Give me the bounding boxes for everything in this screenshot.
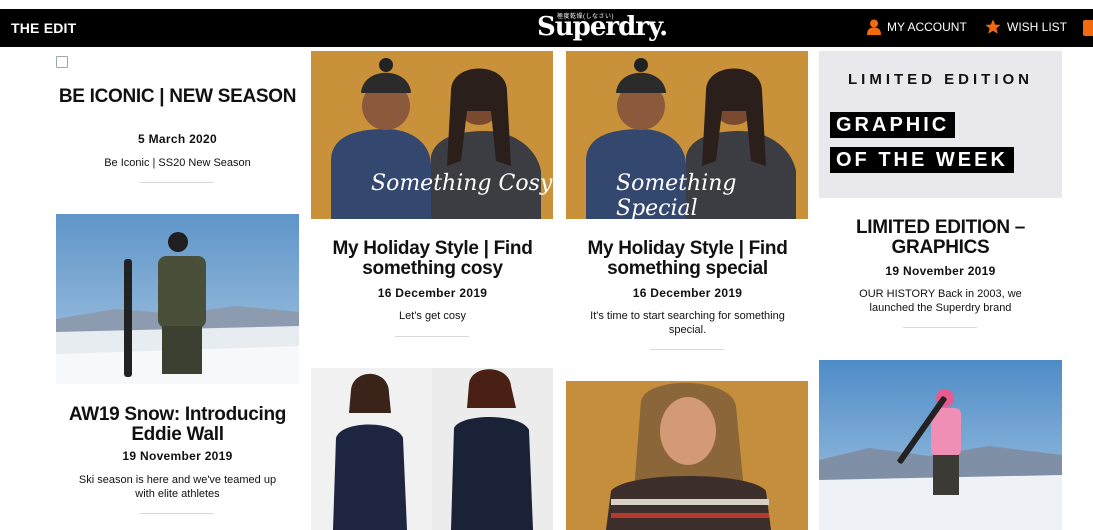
article-image-cosy-couple[interactable]: Something Cosy [311,51,553,219]
top-nav-bar: THE EDIT 極度乾燥(しなさい) Superdry. MY ACCOUNT… [0,9,1093,47]
divider [140,513,214,514]
superdry-logo[interactable]: Superdry. [537,12,668,42]
divider [650,349,724,350]
article-description: It's time to start searching for somethi… [590,310,785,336]
banner-line-2: GRAPHIC [830,112,956,138]
article-description: Be Iconic | SS20 New Season [104,157,251,169]
divider [395,336,469,337]
article-title[interactable]: My Holiday Style | Find something specia… [566,239,809,279]
article-title[interactable]: LIMITED EDITION – GRAPHICS [819,218,1062,258]
article-image-skier[interactable] [819,360,1062,530]
shopping-bag-icon[interactable] [1083,20,1093,36]
wish-list-link[interactable]: WISH LIST [985,19,1067,35]
image-overlay-text: Something Special [616,171,737,219]
article-image-special-couple[interactable]: Something Special [566,51,808,219]
article-description: OUR HISTORY Back in 2003, we launched th… [859,288,1022,314]
article-date: 5 March 2020 [138,132,217,146]
article-date: 16 December 2019 [632,286,743,300]
banner-line-3: OF THE WEEK [830,147,1014,173]
my-account-link[interactable]: MY ACCOUNT [867,19,967,35]
my-account-label: MY ACCOUNT [887,20,967,34]
article-title[interactable]: AW19 Snow: Introducing Eddie Wall [56,405,299,445]
broken-image-icon [56,56,68,68]
article-date: 19 November 2019 [885,264,996,278]
article-description: Ski season is here and we've teamed up w… [78,474,277,500]
divider [903,327,977,328]
banner-line-1: LIMITED EDITION [848,71,1033,88]
article-image-graphic-banner[interactable]: LIMITED EDITION GRAPHIC OF THE WEEK [819,51,1062,198]
divider [140,182,214,183]
article-date: 19 November 2019 [122,449,233,463]
user-icon [867,19,881,35]
article-image-snowboarder[interactable] [56,214,299,384]
article-date: 16 December 2019 [377,286,488,300]
star-icon [985,19,1001,34]
article-image-knitwear[interactable] [566,381,808,530]
the-edit-link[interactable]: THE EDIT [11,20,76,36]
article-title[interactable]: My Holiday Style | Find something cosy [311,239,554,279]
article-title[interactable]: BE ICONIC | NEW SEASON [56,87,299,107]
wish-list-label: WISH LIST [1007,20,1068,34]
article-description: Let's get cosy [399,310,466,322]
article-image-denim[interactable] [311,368,553,530]
image-overlay-text: Something Cosy [371,171,553,196]
